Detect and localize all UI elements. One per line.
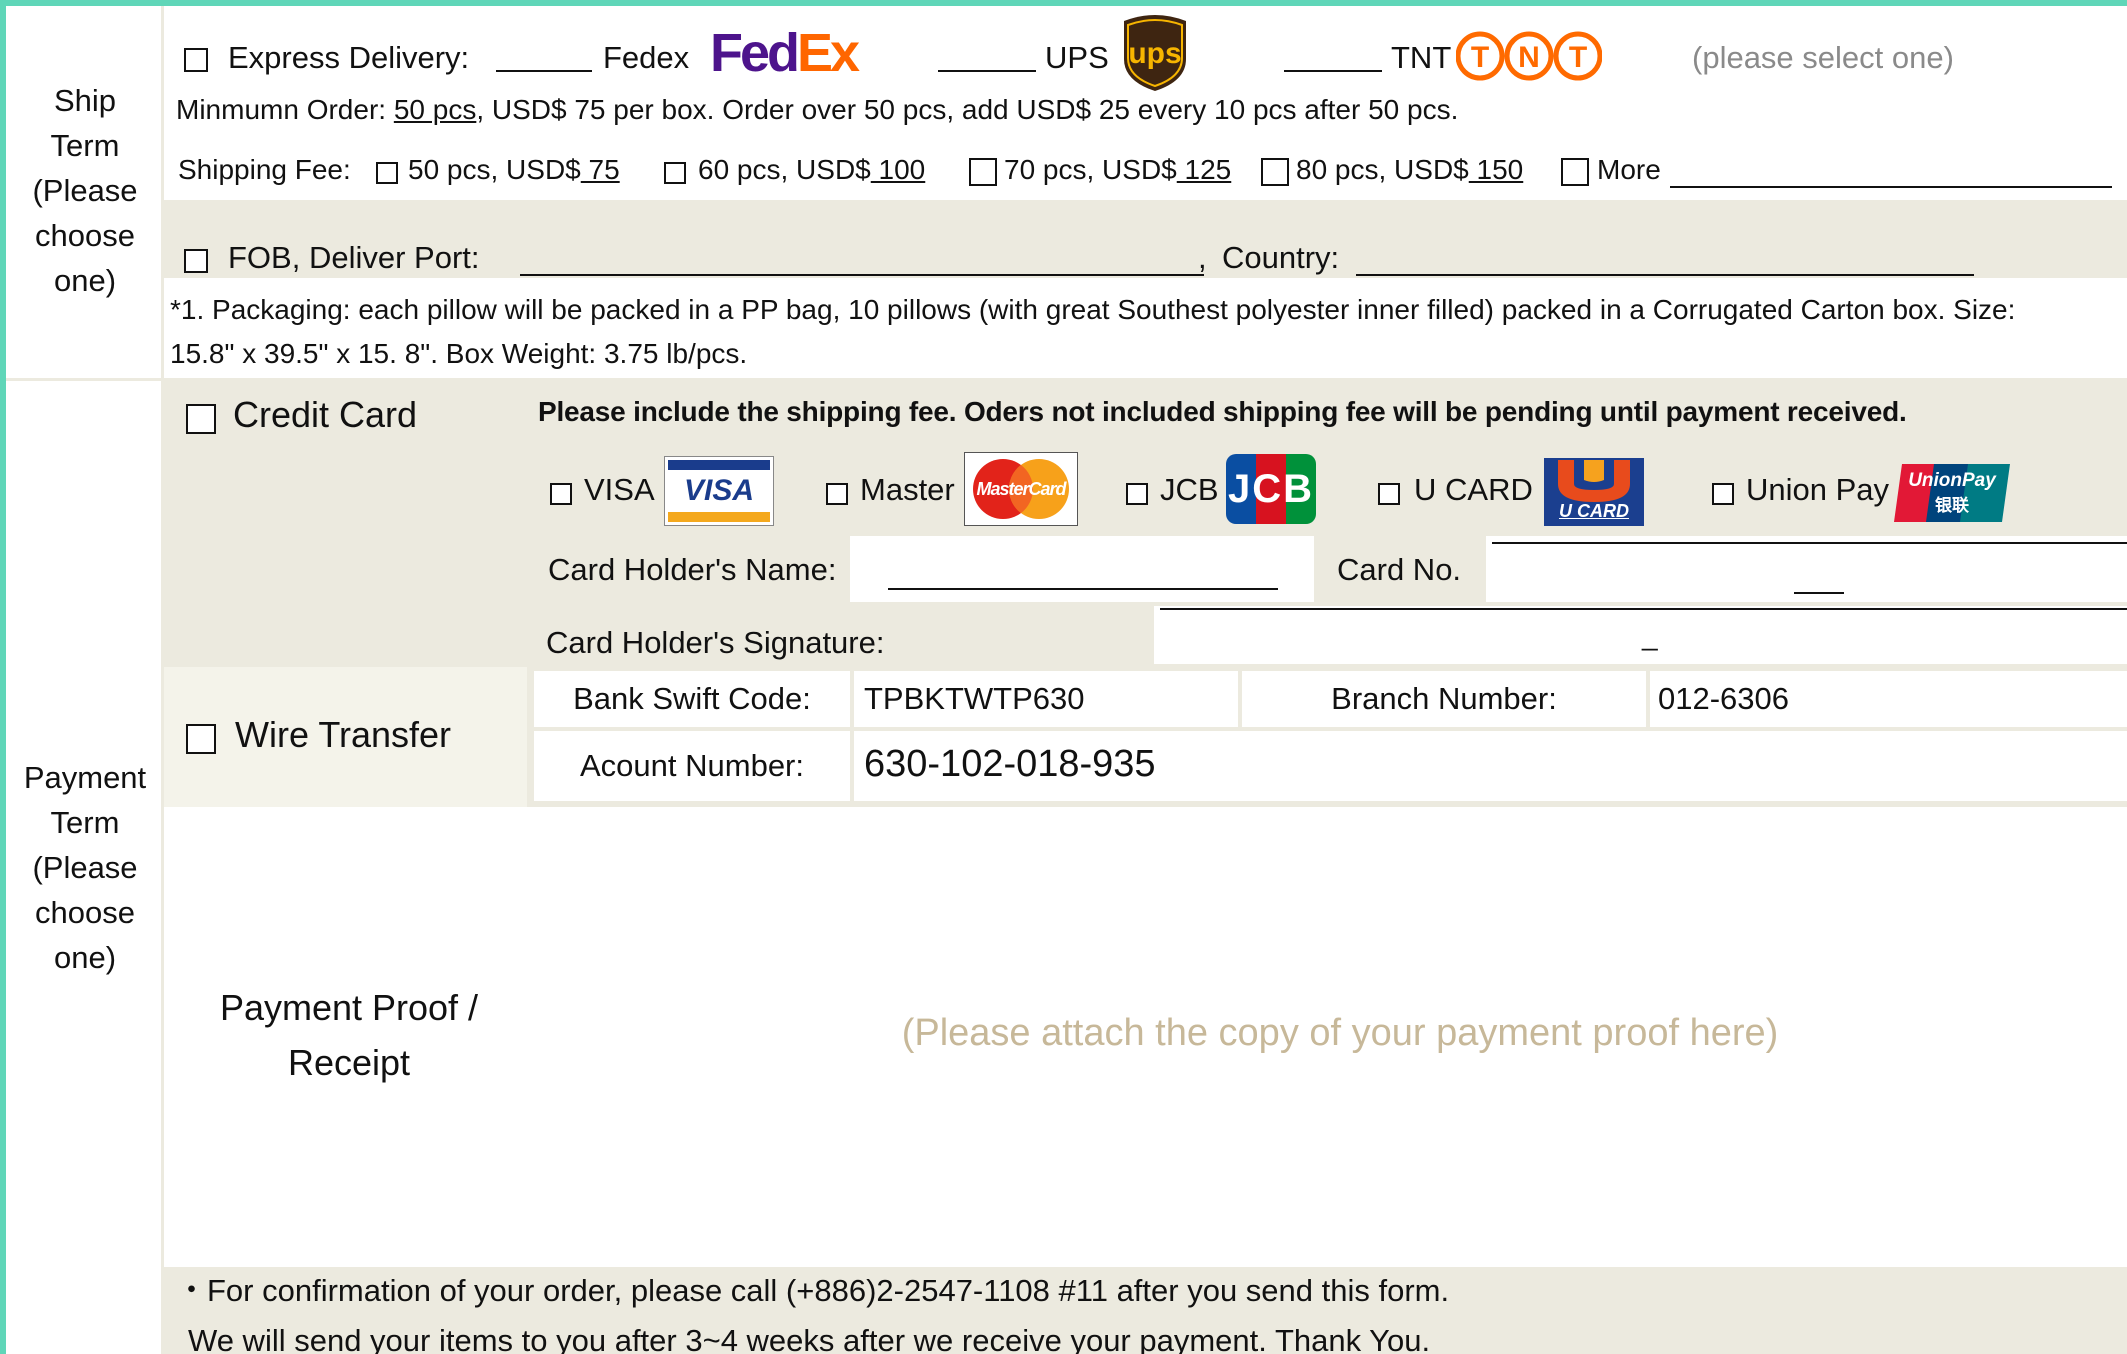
jcb-checkbox[interactable] [1126, 483, 1148, 505]
svg-text:T: T [1569, 41, 1587, 74]
master-checkbox[interactable] [826, 483, 848, 505]
footer-line-2: We will send your items to you after 3~4… [188, 1323, 1431, 1354]
jcb-label: JCB [1160, 472, 1219, 507]
label-divider [6, 378, 164, 381]
unionpay-label: Union Pay [1746, 472, 1890, 507]
fee-more-blank[interactable] [1670, 186, 2112, 188]
fob-row: FOB, Deliver Port: , Country: [168, 222, 2118, 276]
fee-70-label: 70 pcs, USD$ 125 [1004, 154, 1232, 185]
account-label-cell: Acount Number: [534, 731, 850, 801]
express-delivery-checkbox[interactable] [184, 48, 208, 72]
swift-label-cell: Bank Swift Code: [534, 671, 850, 727]
wire-transfer-checkbox[interactable] [186, 724, 216, 754]
svg-text:ups: ups [1128, 37, 1181, 70]
minimum-qty: 50 pcs [393, 94, 477, 125]
ucard-checkbox[interactable] [1378, 483, 1400, 505]
fedex-blank[interactable] [496, 70, 592, 72]
card-brand-row: VISA VISA Master MasterCard JCB JCB U CA… [540, 452, 2020, 532]
visa-label: VISA [584, 472, 655, 507]
shipping-fee-notice: Please include the shipping fee. Oders n… [538, 396, 1907, 427]
wire-table: Bank Swift Code: TPBKTWTP630 Branch Numb… [527, 667, 2127, 807]
payment-proof-label: Payment Proof / Receipt [219, 987, 479, 1083]
credit-card-checkbox[interactable] [186, 404, 216, 434]
payment-term-label: Payment Term (Please choose one) [23, 759, 147, 975]
fee-more-label: More [1597, 154, 1661, 185]
fob-port-blank[interactable] [520, 274, 1204, 276]
fob-country-label: Country: [1222, 240, 1340, 275]
fee-more-checkbox[interactable] [1561, 158, 1589, 186]
minimum-order-row: Minmumn Order: 50 pcs, USD$ 75 per box. … [176, 94, 1459, 125]
express-delivery-row: Express Delivery: Fedex FedEx UPS ups TN… [168, 10, 2127, 100]
shipping-fee-row: Shipping Fee: 50 pcs, USD$ 75 60 pcs, US… [176, 152, 2116, 196]
ucard-label: U CARD [1414, 472, 1533, 507]
svg-text:T: T [1471, 41, 1489, 74]
fob-label: FOB, Deliver Port: [228, 240, 480, 275]
fee-60-checkbox[interactable] [664, 162, 686, 184]
credit-card-label: Credit Card [233, 394, 418, 435]
fob-country-blank[interactable] [1356, 274, 1974, 276]
card-holder-name-label: Card Holder's Name: [548, 552, 837, 587]
fee-80-checkbox[interactable] [1261, 158, 1289, 186]
card-no-field[interactable] [1486, 536, 2127, 602]
card-no-label: Card No. [1337, 552, 1462, 587]
fob-comma: , [1198, 240, 1207, 275]
svg-text:N: N [1518, 41, 1540, 74]
fedex-logo: FedEx [710, 23, 860, 83]
packaging-note: *1. Packaging: each pillow will be packe… [170, 294, 2016, 369]
fee-80-label: 80 pcs, USD$ 150 [1296, 154, 1524, 185]
ship-term-label: Ship Term (Please choose one) [32, 82, 138, 298]
payment-proof-placeholder: (Please attach the copy of your payment … [901, 1011, 1779, 1054]
branch-value-cell: 012-6306 [1650, 671, 2127, 727]
fedex-label: Fedex [603, 40, 690, 75]
jcb-logo: JCB [1226, 454, 1316, 524]
shipping-fee-label: Shipping Fee: [178, 154, 351, 185]
visa-logo: VISA [664, 456, 774, 526]
carrier-hint: (please select one) [1692, 40, 1954, 75]
tnt-blank[interactable] [1284, 70, 1382, 72]
master-label: Master [860, 472, 955, 507]
visa-checkbox[interactable] [550, 483, 572, 505]
ups-logo: ups [1120, 13, 1190, 93]
unionpay-logo: UnionPay 银联 [1894, 464, 2010, 522]
card-holder-name-field[interactable] [850, 536, 1314, 602]
tnt-logo: T N T [1455, 30, 1603, 82]
ucard-logo: U CARD [1544, 458, 1644, 526]
fob-checkbox[interactable] [184, 249, 208, 273]
swift-value-cell: TPBKTWTP630 [854, 671, 1238, 727]
payment-proof-dropzone[interactable]: (Please attach the copy of your payment … [700, 1000, 1980, 1066]
fee-70-checkbox[interactable] [969, 158, 997, 186]
signature-mark: _ [1642, 620, 1658, 651]
fee-60-label: 60 pcs, USD$ 100 [698, 154, 926, 185]
ups-blank[interactable] [938, 70, 1036, 72]
card-holder-signature-label: Card Holder's Signature: [546, 625, 885, 660]
form-frame-top [0, 0, 2127, 6]
branch-label-cell: Branch Number: [1242, 671, 1646, 727]
ups-label: UPS [1045, 40, 1109, 75]
swift-value: TPBKTWTP630 [864, 681, 1085, 716]
fee-50-checkbox[interactable] [376, 162, 398, 184]
express-delivery-label: Express Delivery: [228, 40, 470, 75]
mastercard-logo: MasterCard [964, 452, 1078, 526]
footer-line-1: ・For confirmation of your order, please … [176, 1273, 1450, 1308]
branch-value: 012-6306 [1658, 681, 1790, 716]
footer-notes: ・For confirmation of your order, please … [176, 1266, 2116, 1354]
wire-transfer-label: Wire Transfer [235, 714, 452, 755]
account-value-cell: 630-102-018-935 [854, 731, 2127, 801]
unionpay-checkbox[interactable] [1712, 483, 1734, 505]
fee-50-label: 50 pcs, USD$ 75 [408, 154, 620, 185]
tnt-label: TNT [1391, 40, 1452, 75]
account-value: 630-102-018-935 [864, 743, 1156, 785]
card-holder-signature-field[interactable]: _ [1154, 606, 2127, 664]
